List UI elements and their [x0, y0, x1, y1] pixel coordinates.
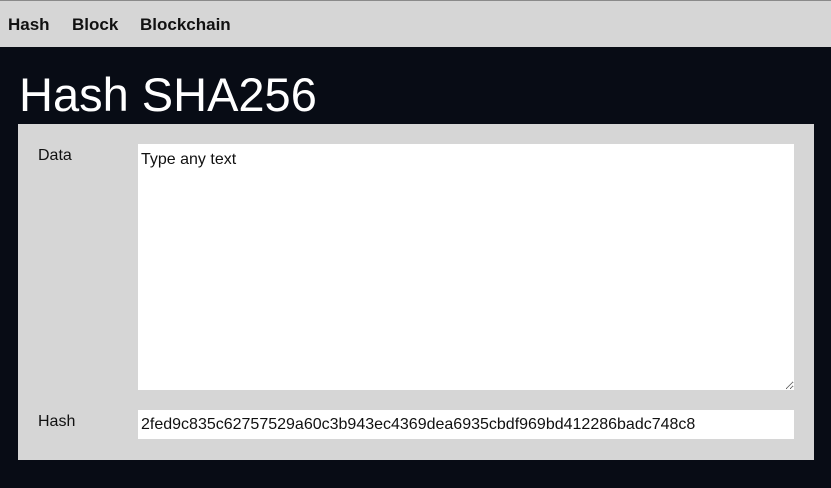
page-title: Hash SHA256 [19, 68, 317, 121]
data-textarea[interactable]: Type any text [138, 144, 794, 390]
nav-link-hash[interactable]: Hash [8, 15, 50, 35]
hash-output-field[interactable] [138, 410, 794, 439]
hash-label: Hash [38, 413, 76, 430]
top-nav-bar: Hash Block Blockchain [0, 0, 831, 47]
hash-form-card: Data Type any text Hash [18, 124, 814, 460]
nav-link-block[interactable]: Block [72, 15, 118, 35]
nav-link-blockchain[interactable]: Blockchain [140, 15, 231, 35]
data-label: Data [38, 147, 72, 164]
